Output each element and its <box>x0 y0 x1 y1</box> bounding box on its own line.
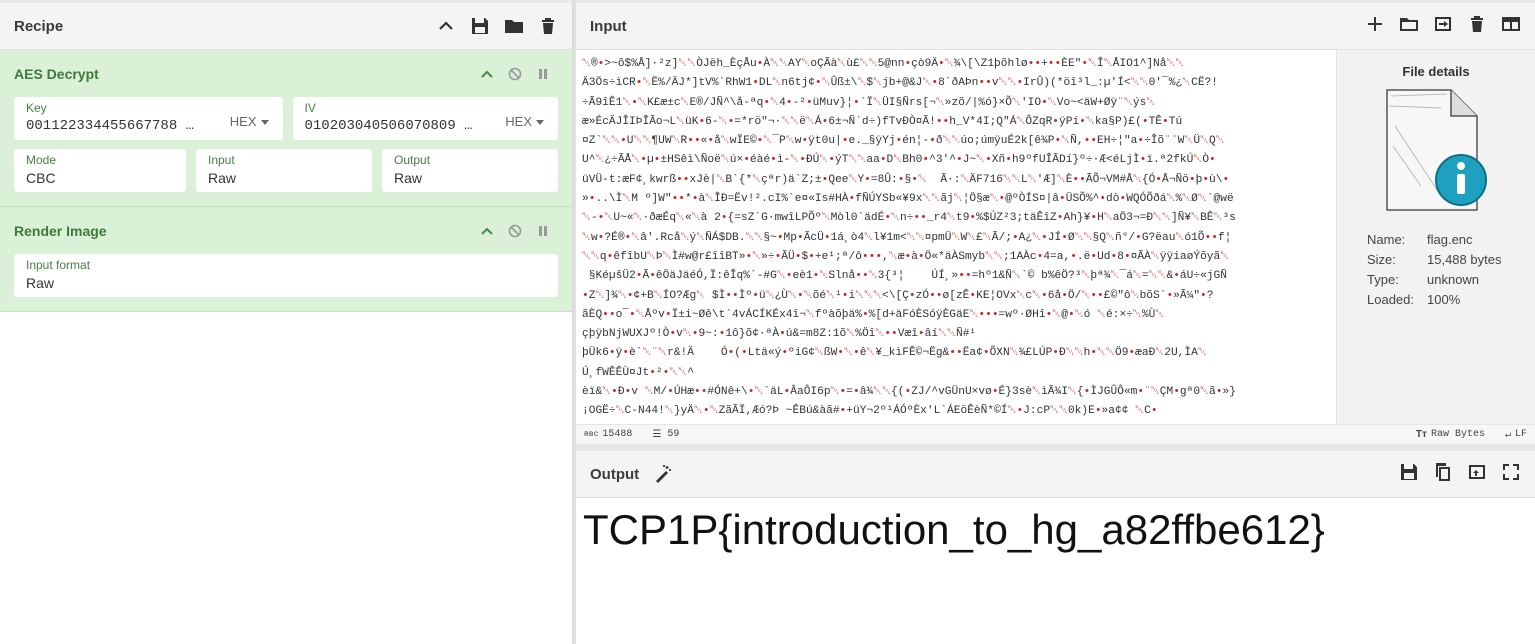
copy-icon[interactable] <box>1433 462 1453 487</box>
operation-title: AES Decrypt <box>14 65 99 82</box>
loaded-label: Loaded: <box>1367 292 1414 307</box>
input-line: æ»ÉcÄJÎIÞÎÃo¬L␀üK•6-␀•=*rö"¬·␀␀ë␀Á•6±¬Ñ`… <box>582 115 1183 128</box>
input-line: üVÜ-t:æF¢¸kwrß••xJè|␀B`{*␀çªr)ä`Z;±•Qee␀… <box>582 173 1230 186</box>
eol-value[interactable]: LF <box>1515 429 1527 440</box>
output-value[interactable]: Raw <box>394 170 546 186</box>
output-panel: Output TCP1P{introduction_to_hg_a82ffbe6… <box>576 448 1535 644</box>
line-count: 59 <box>667 429 680 440</box>
file-type: unknown <box>1427 272 1480 287</box>
recipe-header: Recipe <box>0 0 572 50</box>
operation-aes-decrypt: AES Decrypt Key 001122334455667788 … HEX… <box>0 50 572 207</box>
open-file-icon[interactable] <box>1433 14 1453 39</box>
key-format-dropdown[interactable]: HEX <box>230 114 269 129</box>
maximize-icon[interactable] <box>1501 462 1521 487</box>
operation-title: Render Image <box>14 222 107 239</box>
cyberchef-app: Recipe AES Decrypt Key 00112233445566778… <box>0 0 1535 644</box>
chevron-up-icon[interactable] <box>480 67 494 81</box>
key-field[interactable]: Key 001122334455667788 … HEX <box>14 97 283 140</box>
input-line: ␀-•␀U~«␀·ðæÉq␀«␀à 2•{=sZ`G·mwîLPÕº␀Mòl0`… <box>582 212 1236 225</box>
output-header: Output <box>576 448 1535 498</box>
input-format-value[interactable]: Raw <box>26 275 546 291</box>
input-line: ÷Ã9îÊ1␀•␀K£æ±c␀E®/JÑ^\å-ªq•␀4•-²•üMuv}¦•… <box>582 96 1156 109</box>
input-format-label: Input format <box>26 258 91 272</box>
disable-icon[interactable] <box>508 67 522 81</box>
eol-icon[interactable]: ↵ <box>1505 429 1511 441</box>
input-status-bar: ʀʙᴄ 15488 ☰ 59 Tт Raw Bytes ↵ LF <box>576 424 1535 444</box>
input-value[interactable]: Raw <box>208 170 360 186</box>
file-loaded: 100% <box>1427 292 1461 307</box>
pause-icon[interactable] <box>536 224 550 238</box>
input-label: Input <box>208 153 235 167</box>
iv-field[interactable]: IV 010203040506070809 … HEX <box>292 97 558 140</box>
pause-icon[interactable] <box>536 67 550 81</box>
file-details-title: File details <box>1402 64 1470 79</box>
input-line: Ä3Ös÷ìCR•␀Ë%/ÄJ*]tV%`RhW1•DL␀n6tj¢•␀Ûß±\… <box>582 77 1218 90</box>
operation-render-image: Render Image Input format Raw <box>0 207 572 312</box>
iv-format-dropdown[interactable]: HEX <box>505 114 544 129</box>
chevron-up-icon[interactable] <box>436 16 456 36</box>
input-line: U^␀¿÷ÃÅ␀•µ•±HSêì\Ñoë␀ú×•éàé•ì-␀•ÐÚ␀•ýT␀␀… <box>582 154 1216 167</box>
input-line: Ú¸fWÊÊÙ¤Jt•²•␀␀^ <box>582 366 694 379</box>
output-label: Output <box>394 153 431 167</box>
input-line: ␀␀q•êfîbU␀Þ␀Ì#w@r£îîBT»•␀»÷•ÃÜ•$•+e¹;ª/ô… <box>582 250 1230 263</box>
folder-icon[interactable] <box>504 16 524 36</box>
type-label: Type: <box>1367 272 1399 287</box>
input-format-select[interactable]: Input format Raw <box>14 254 558 297</box>
file-thumbnail-icon <box>1381 86 1491 216</box>
trash-icon[interactable] <box>538 16 558 36</box>
mode-value[interactable]: CBC <box>26 170 174 186</box>
file-details-panel: File details Name: flag.enc Size: 15,488 b… <box>1336 50 1535 424</box>
size-label: Size: <box>1367 252 1396 267</box>
input-select[interactable]: Input Raw <box>196 149 372 192</box>
text-format-icon[interactable]: Tт <box>1416 429 1427 440</box>
mode-select[interactable]: Mode CBC <box>14 149 186 192</box>
disable-icon[interactable] <box>508 224 522 238</box>
input-line: þÜk6•ÿ•è`␀¨␀r&!Ä Ó•(•Ltä«ý•ºiG¢␀ßW•␀•ê␀¥… <box>582 347 1207 360</box>
input-line: ␀w•?É®•␀â'.Rcå␀ý␀ÑÁ$DB.␀␀§~•Mp•ÃcÜ•1á¸ò4… <box>582 231 1232 244</box>
input-title: Input <box>590 17 627 35</box>
layout-icon[interactable] <box>1501 14 1521 39</box>
chars-icon: ʀʙᴄ <box>584 430 599 439</box>
char-count: 15488 <box>602 429 633 440</box>
output-select[interactable]: Output Raw <box>382 149 558 192</box>
file-name: flag.enc <box>1427 232 1473 247</box>
input-panel: Input ␀®•>~õ$%Å]·²z]␀␀ÒJëh_ÈçÅu•À␀␀AY␀oÇ… <box>576 0 1535 444</box>
replace-input-icon[interactable] <box>1467 462 1487 487</box>
save-icon[interactable] <box>1399 462 1419 487</box>
output-text[interactable]: TCP1P{introduction_to_hg_a82ffbe612} <box>576 498 1535 562</box>
open-folder-icon[interactable] <box>1399 14 1419 39</box>
add-icon[interactable] <box>1365 14 1385 39</box>
input-textarea[interactable]: ␀®•>~õ$%Å]·²z]␀␀ÒJëh_ÈçÅu•À␀␀AY␀oÇÃà␀ù£␀… <box>576 50 1336 424</box>
lines-icon: ☰ <box>652 429 662 441</box>
save-icon[interactable] <box>470 16 490 36</box>
output-title: Output <box>590 465 640 483</box>
input-line: §KéµšÜ2•Ã•êÖäJäéÓ,Ï:êÎq%`-#G␀•eè1•␀Slnå•… <box>588 270 1227 283</box>
file-size: 15,488 bytes <box>1427 252 1502 267</box>
raw-bytes-toggle[interactable]: Raw Bytes <box>1431 429 1485 440</box>
mode-label: Mode <box>26 153 57 167</box>
input-line: ¤Z`␀␀•U␀␀¶UW␀R••«•å␀wÏE©•␀¯P␀w•ÿt0u|•e._… <box>582 135 1225 148</box>
recipe-title: Recipe <box>14 17 64 35</box>
input-line: •Z␀]¾␀•¢+B␀ÍO?Æg␀ $Ì••Ìº•ü␀¿Ù␀•␀õé␀¹•i␀␀… <box>582 289 1214 302</box>
input-line: èï&␀•Ð•v ␀M/•ÚHæ••#ÓNê+\•␀`äL•ÂaÔI6p␀•=•… <box>582 386 1236 399</box>
input-line: ¡OGË÷␀C-N44!␀}yÄ␀•␀ZãÃÏ,Æó?Þ ~ÊBú&àã#•+ü… <box>582 405 1158 418</box>
trash-icon[interactable] <box>1467 14 1487 39</box>
input-line: »•..\Ì␀M º]W"••*•à␀ÎÐ=Ëv!².cI%`e¤«Is#HÀ•… <box>582 193 1234 206</box>
input-header: Input <box>576 0 1535 50</box>
input-line: ␀®•>~õ$%Å]·²z]␀␀ÒJëh_ÈçÅu•À␀␀AY␀oÇÃà␀ù£␀… <box>582 58 1185 70</box>
name-label: Name: <box>1367 232 1406 247</box>
input-line: çþÿbNjWUXJº!Ò•v␀•9~:•1ô}õ¢·ªÀ•ú&=m8Z:1õ␀… <box>582 328 977 341</box>
input-line: ãÈQ••o¯•␀Åºv•Ï±i~Øê\t`4vÁCÍKÉx4î¬␀fºàõþä… <box>582 308 1165 321</box>
recipe-panel: Recipe AES Decrypt Key 00112233445566778… <box>0 0 573 644</box>
magic-wand-icon[interactable] <box>653 464 673 484</box>
chevron-up-icon[interactable] <box>480 224 494 238</box>
